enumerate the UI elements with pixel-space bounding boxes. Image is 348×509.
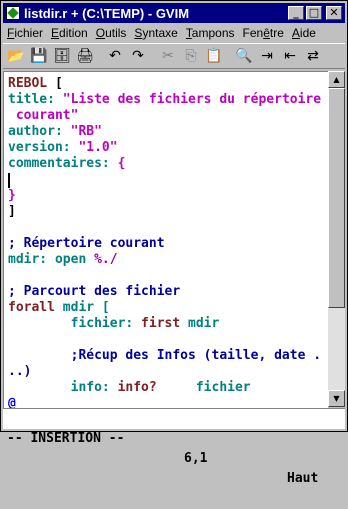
text-editor[interactable]: REBOL [ title: "Liste des fichiers du ré… — [3, 71, 328, 408]
menu-fenetre[interactable]: Fenêtre — [239, 26, 288, 40]
gvim-window: listdir.r + (C:\TEMP) - GVIM _ □ ✕ Fichi… — [0, 0, 348, 486]
code-line-8: } — [8, 188, 16, 203]
vim-app-icon[interactable] — [6, 6, 20, 20]
end-of-buffer-marker: @ — [8, 396, 16, 408]
open-icon[interactable]: 📂 — [6, 46, 26, 66]
scroll-down-arrow-icon[interactable]: ▼ — [328, 390, 345, 407]
save-all-icon[interactable]: 🗄 — [52, 46, 72, 66]
minimize-button[interactable]: _ — [288, 6, 304, 20]
menu-bar: Fichier Edition Outils Syntaxe Tampons F… — [3, 24, 345, 42]
maximize-button[interactable]: □ — [306, 6, 322, 20]
print-icon[interactable]: 🖨 — [75, 46, 95, 66]
code-line-12: mdir: open %./ — [8, 252, 118, 267]
menu-outils[interactable]: Outils — [92, 26, 131, 40]
menu-fichier[interactable]: Fichier — [3, 26, 47, 40]
code-line-14: ; Parcourt des fichier — [8, 284, 181, 299]
copy-icon[interactable]: ⎘ — [181, 46, 201, 66]
save-icon[interactable]: 💾 — [29, 46, 49, 66]
code-line-6: commentaires: { — [8, 156, 126, 171]
menu-tampons[interactable]: Tampons — [182, 26, 239, 40]
code-line-15: forall mdir [ — [8, 300, 110, 315]
redo-icon[interactable]: ↷ — [128, 46, 148, 66]
scroll-thumb[interactable] — [328, 88, 345, 308]
undo-icon[interactable]: ↶ — [105, 46, 125, 66]
title-bar[interactable]: listdir.r + (C:\TEMP) - GVIM _ □ ✕ — [3, 3, 345, 23]
find-next-icon[interactable]: ⇥ — [257, 46, 277, 66]
code-line-9: ] — [8, 204, 16, 219]
code-line-11: ; Répertoire courant — [8, 236, 165, 251]
code-line-1: REBOL [ — [8, 76, 63, 91]
vertical-scrollbar[interactable]: ▲ ▼ — [328, 71, 345, 407]
window-title: listdir.r + (C:\TEMP) - GVIM — [24, 5, 190, 21]
scroll-position: Haut — [287, 471, 319, 486]
status-line: -- INSERTION -- 6,1 Haut — [3, 408, 345, 486]
code-line-16: fichier: first mdir — [8, 316, 220, 331]
scroll-up-arrow-icon[interactable]: ▲ — [328, 71, 345, 88]
text-cursor — [8, 173, 10, 188]
close-button[interactable]: ✕ — [326, 6, 342, 20]
cursor-position: 6,1 — [184, 451, 208, 466]
replace-icon[interactable]: ⇄ — [303, 46, 323, 66]
find-icon[interactable]: 🔍 — [234, 46, 254, 66]
menu-syntaxe[interactable]: Syntaxe — [130, 26, 181, 40]
code-line-19: ..) — [8, 364, 32, 379]
code-line-3: courant" — [8, 108, 79, 123]
code-line-20: info: info? fichier — [8, 380, 251, 395]
code-line-18: ;Récup des Infos (taille, date . — [8, 348, 322, 363]
cut-icon[interactable]: ✂ — [158, 46, 178, 66]
code-line-2: title: "Liste des fichiers du répertoire — [8, 92, 322, 107]
paste-icon[interactable]: 📋 — [204, 46, 224, 66]
toolbar: 📂 💾 🗄 🖨 ↶ ↷ ✂ ⎘ 📋 🔍 ⇥ ⇤ ⇄ — [3, 43, 345, 69]
mode-indicator: -- INSERTION -- — [7, 431, 125, 446]
menu-aide[interactable]: Aide — [288, 26, 320, 40]
menu-edition[interactable]: Edition — [47, 26, 92, 40]
code-line-5: version: "1.0" — [8, 140, 118, 155]
find-prev-icon[interactable]: ⇤ — [280, 46, 300, 66]
code-line-4: author: "RB" — [8, 124, 102, 139]
